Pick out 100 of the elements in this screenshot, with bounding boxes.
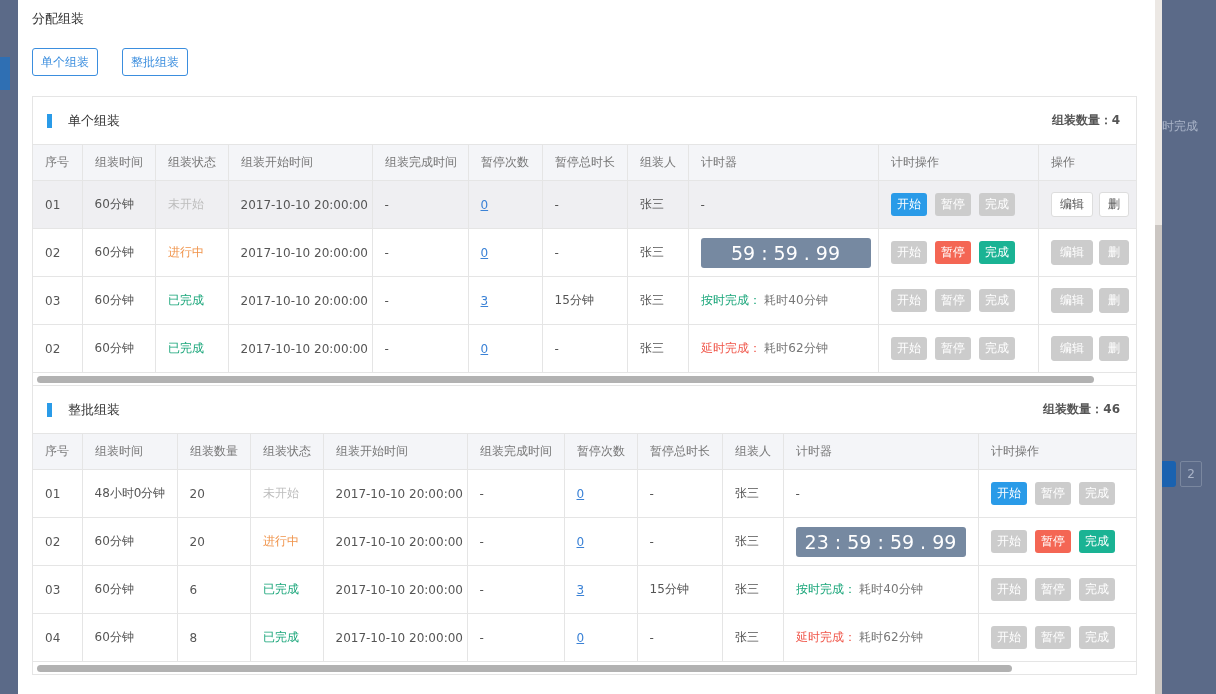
column-header: 组装开始时间 — [323, 434, 467, 470]
column-header: 序号 — [33, 434, 82, 470]
table-cell: 60分钟 — [82, 276, 155, 325]
status-cell: 已完成 — [155, 276, 228, 325]
scrollbar-thumb[interactable] — [1155, 225, 1162, 694]
table-cell: 张三 — [627, 180, 688, 229]
column-header: 组装状态 — [250, 434, 323, 470]
status-cell: 已完成 — [250, 613, 323, 662]
table-cell: 2017-10-10 20:00:00 — [323, 565, 467, 614]
table-cell: 2017-10-10 20:00:00 — [323, 469, 467, 518]
column-header: 组装人 — [627, 145, 688, 181]
column-header: 操作 — [1038, 145, 1136, 181]
table-cell: 张三 — [627, 324, 688, 373]
table-cell: - — [467, 565, 564, 614]
table-cell: - — [372, 276, 468, 325]
table-cell: 60分钟 — [82, 517, 177, 566]
column-header: 暂停总时长 — [542, 145, 627, 181]
table-cell: - — [542, 324, 627, 373]
scrollbar-thumb[interactable] — [37, 376, 1094, 383]
table-cell: 02 — [33, 324, 82, 373]
table-cell: 2017-10-10 20:00:00 — [228, 324, 372, 373]
timer-result: 延时完成： 耗时62分钟 — [795, 630, 923, 644]
timer-button[interactable]: 暂停 — [934, 241, 971, 264]
table-cell: - — [542, 228, 627, 277]
timer-button[interactable]: 开始 — [890, 193, 927, 216]
dialog-title: 分配组装 — [32, 10, 85, 28]
section-title: 整批组装 — [68, 400, 121, 419]
column-header: 组装状态 — [155, 145, 228, 181]
column-header: 序号 — [33, 145, 82, 181]
scrollbar-thumb[interactable] — [37, 665, 1012, 672]
timer-result: 按时完成： 耗时40分钟 — [795, 582, 923, 596]
pause-count-link[interactable]: 3 — [480, 293, 489, 308]
column-header: 组装时间 — [82, 434, 177, 470]
status-cell: 进行中 — [250, 517, 323, 566]
sidebar-highlight — [0, 57, 10, 90]
table-cell: 15分钟 — [542, 276, 627, 325]
status-cell: 未开始 — [250, 469, 323, 518]
column-header: 组装开始时间 — [228, 145, 372, 181]
table-cell: 04 — [33, 613, 82, 662]
pause-count-link[interactable]: 0 — [576, 534, 585, 549]
table-cell: 60分钟 — [82, 565, 177, 614]
column-header: 组装完成时间 — [467, 434, 564, 470]
column-header: 暂停总时长 — [637, 434, 722, 470]
column-header: 计时器 — [783, 434, 978, 470]
table-cell: 60分钟 — [82, 613, 177, 662]
column-header: 暂停次数 — [564, 434, 637, 470]
pause-count-link[interactable]: 0 — [480, 197, 489, 212]
pause-count-link[interactable]: 0 — [480, 341, 489, 356]
column-header: 时完成 — [1162, 118, 1199, 135]
mode-button[interactable]: 单个组装 — [32, 48, 98, 76]
table-cell: 张三 — [722, 517, 783, 566]
table-cell: 张三 — [627, 228, 688, 277]
table-cell: - — [783, 469, 978, 518]
status-cell: 已完成 — [155, 324, 228, 373]
timer-button[interactable]: 完成 — [978, 241, 1015, 264]
edit-button[interactable]: 编辑 — [1050, 192, 1093, 217]
table-cell: 张三 — [722, 613, 783, 662]
pause-count-link[interactable]: 0 — [576, 486, 585, 501]
page-button[interactable]: 2 — [1180, 461, 1202, 487]
table-cell: 2017-10-10 20:00:00 — [323, 517, 467, 566]
table-cell: 48小时0分钟 — [82, 469, 177, 518]
table-cell: 60分钟 — [82, 228, 155, 277]
table-cell: - — [688, 180, 878, 229]
edit-button[interactable]: 删 — [1098, 192, 1129, 217]
table-cell: 15分钟 — [637, 565, 722, 614]
table-cell: 8 — [177, 613, 250, 662]
active-page-button[interactable] — [1162, 461, 1176, 487]
table-cell: - — [372, 228, 468, 277]
column-header: 组装数量 — [177, 434, 250, 470]
timer-button[interactable]: 开始 — [990, 482, 1027, 505]
column-header: 组装人 — [722, 434, 783, 470]
table-cell: 01 — [33, 180, 82, 229]
column-header: 组装时间 — [82, 145, 155, 181]
column-header: 暂停次数 — [468, 145, 542, 181]
table-cell: - — [542, 180, 627, 229]
table-cell: - — [637, 613, 722, 662]
table-cell: 2017-10-10 20:00:00 — [228, 228, 372, 277]
timer-display: 23 : 59 : 59 . 99 — [795, 526, 966, 557]
table-cell: 2017-10-10 20:00:00 — [228, 276, 372, 325]
table-cell: 60分钟 — [82, 324, 155, 373]
table-cell: 张三 — [722, 469, 783, 518]
table-cell: 6 — [177, 565, 250, 614]
column-header: 计时操作 — [978, 434, 1136, 470]
pause-count-link[interactable]: 0 — [480, 245, 489, 260]
column-header: 组装完成时间 — [372, 145, 468, 181]
timer-button[interactable]: 完成 — [1078, 530, 1115, 553]
table-cell: - — [637, 517, 722, 566]
section-title: 单个组装 — [68, 111, 121, 130]
mode-button[interactable]: 整批组装 — [122, 48, 188, 76]
table-cell: - — [467, 517, 564, 566]
timer-result: 按时完成： 耗时40分钟 — [700, 293, 828, 307]
table-cell: - — [467, 613, 564, 662]
table-cell: 02 — [33, 228, 82, 277]
table-cell: 01 — [33, 469, 82, 518]
table-cell: 02 — [33, 517, 82, 566]
table-cell: 03 — [33, 565, 82, 614]
pause-count-link[interactable]: 0 — [576, 630, 585, 645]
table-cell: 2017-10-10 20:00:00 — [228, 180, 372, 229]
timer-button[interactable]: 暂停 — [1034, 530, 1071, 553]
pause-count-link[interactable]: 3 — [576, 582, 585, 597]
